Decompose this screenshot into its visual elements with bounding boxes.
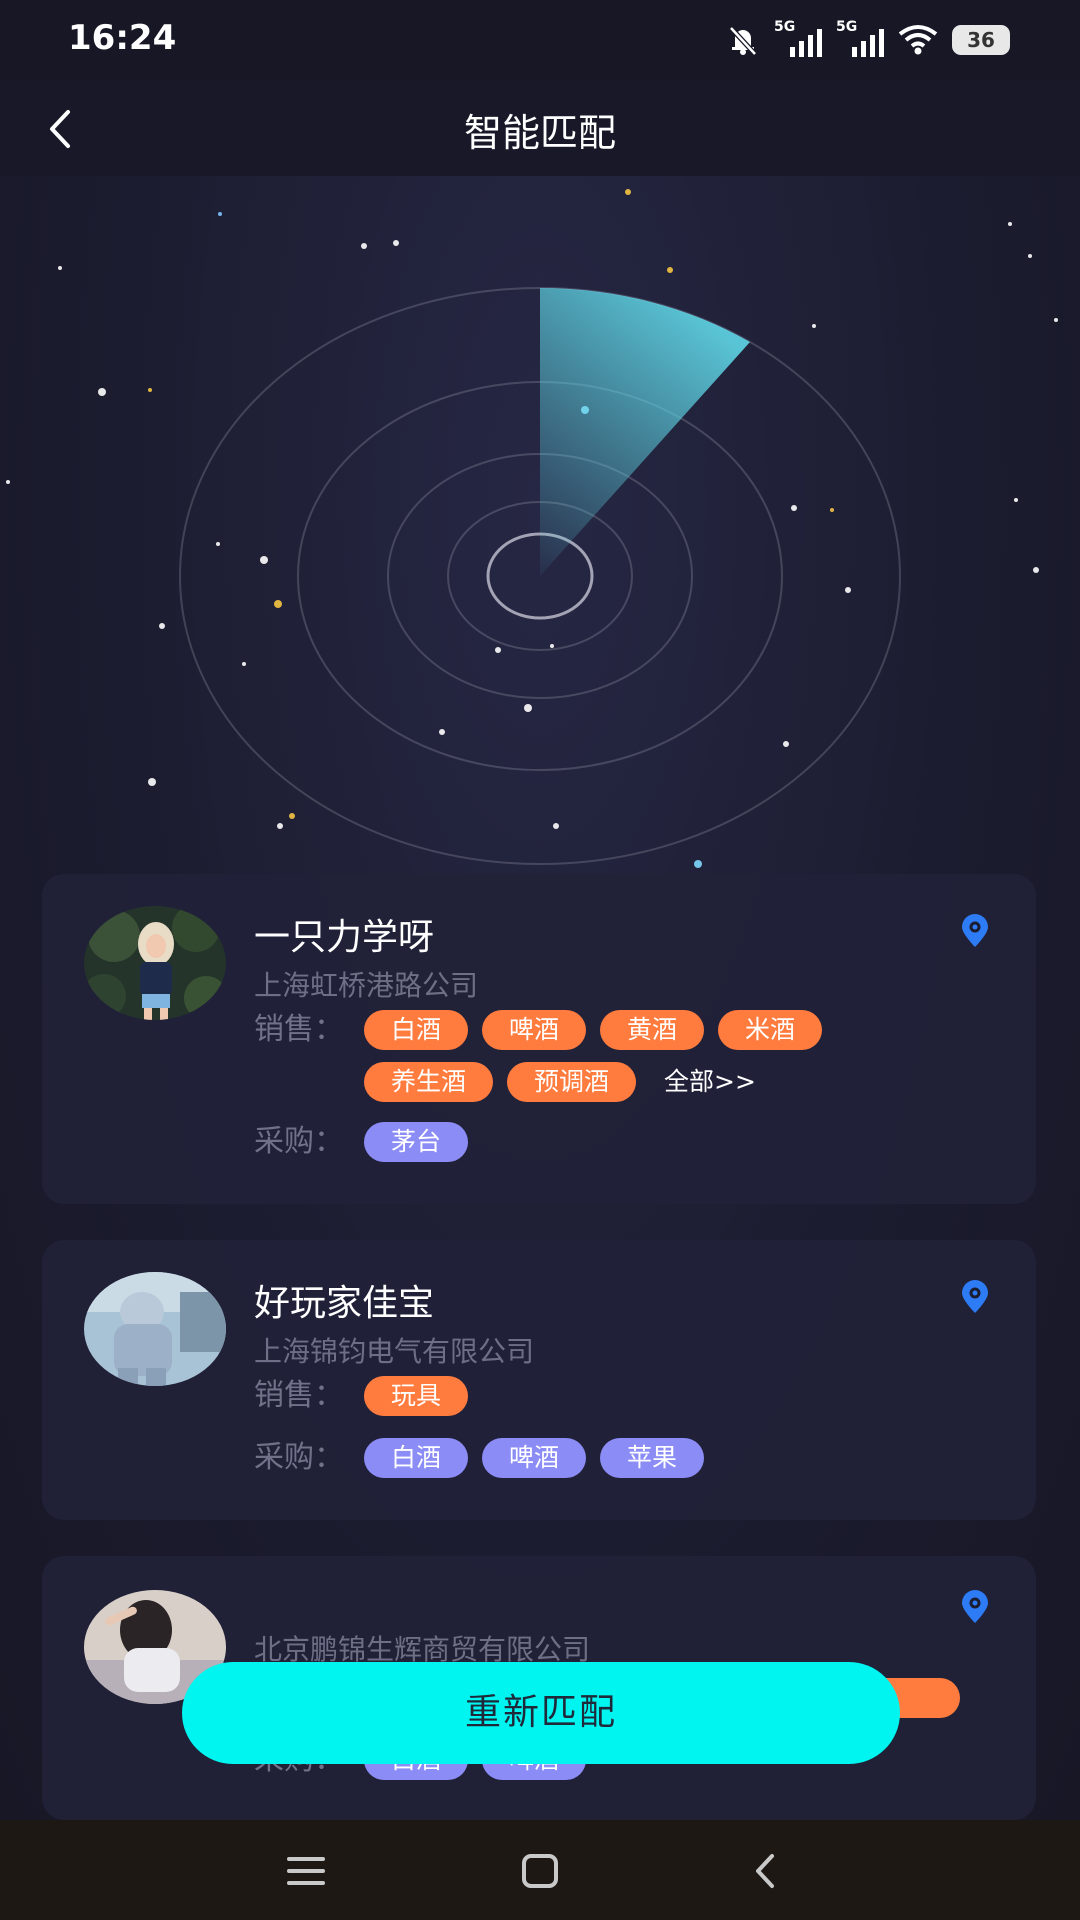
- star: [1008, 222, 1012, 226]
- star: [148, 388, 152, 392]
- star: [667, 267, 673, 273]
- buy-tags: 茅台: [364, 1122, 924, 1162]
- star: [218, 212, 222, 216]
- buy-tag[interactable]: 苹果: [600, 1438, 705, 1478]
- wifi-icon: [898, 25, 938, 55]
- buy-tag[interactable]: 白酒: [364, 1438, 469, 1478]
- sell-tag[interactable]: 养生酒: [364, 1062, 494, 1102]
- buy-row: 采购： 白酒 啤酒 苹果: [254, 1438, 924, 1478]
- sell-tags: 白酒 啤酒 黄酒 米酒 养生酒 预调酒 全部>>: [364, 1010, 924, 1102]
- sell-tag[interactable]: 预调酒: [507, 1062, 637, 1102]
- star: [550, 644, 554, 648]
- star: [58, 266, 62, 270]
- location-pin-icon[interactable]: [960, 1590, 990, 1624]
- star: [1033, 567, 1039, 573]
- star: [783, 741, 789, 747]
- status-time: 16:24: [68, 18, 177, 58]
- rematch-button[interactable]: 重新匹配: [182, 1662, 900, 1764]
- star: [216, 542, 220, 546]
- star: [830, 508, 834, 512]
- sell-tag[interactable]: 黄酒: [600, 1010, 705, 1050]
- radar-animation: [6, 189, 1058, 868]
- location-pin-icon[interactable]: [960, 1280, 990, 1314]
- avatar[interactable]: [84, 906, 226, 1020]
- star-field: [6, 189, 1058, 868]
- match-name: 好玩家佳宝: [254, 1283, 435, 1324]
- star: [625, 189, 631, 195]
- star: [791, 505, 797, 511]
- star: [495, 647, 501, 653]
- buy-label: 采购：: [254, 1124, 344, 1159]
- buy-row: 采购： 茅台: [254, 1122, 924, 1162]
- sell-row: 销售： 白酒 啤酒 黄酒 米酒 养生酒 预调酒 全部>>: [254, 1010, 924, 1102]
- star: [361, 243, 367, 249]
- signal-icon: 5G: [836, 19, 884, 57]
- star: [277, 823, 283, 829]
- sell-label: 销售：: [254, 1378, 344, 1413]
- star: [845, 587, 851, 593]
- sell-tags: 玩具: [364, 1376, 924, 1416]
- star: [1054, 318, 1058, 322]
- star: [274, 600, 282, 608]
- star: [393, 240, 399, 246]
- radar-sweep: [540, 288, 750, 576]
- star: [260, 556, 268, 564]
- status-bar: 16:24 5G 5G 36: [0, 0, 1080, 80]
- match-name: 一只力学呀: [254, 917, 435, 958]
- buy-label: 采购：: [254, 1440, 344, 1475]
- back-icon[interactable]: [738, 1844, 792, 1898]
- buy-tag[interactable]: 茅台: [364, 1122, 469, 1162]
- star: [439, 729, 445, 735]
- star: [98, 388, 106, 396]
- star: [242, 662, 246, 666]
- top-nav: 智能匹配: [0, 80, 1080, 176]
- buy-tags: 白酒 啤酒 苹果: [364, 1438, 924, 1478]
- star: [553, 823, 559, 829]
- system-nav-bar: [0, 1820, 1080, 1920]
- sell-tag[interactable]: 啤酒: [482, 1010, 587, 1050]
- location-pin-icon[interactable]: [960, 914, 990, 948]
- sell-tag[interactable]: 白酒: [364, 1010, 469, 1050]
- star: [1014, 498, 1018, 502]
- match-company: 上海虹桥港路公司: [254, 969, 479, 1002]
- star: [148, 778, 156, 786]
- home-icon[interactable]: [513, 1844, 567, 1898]
- star: [289, 813, 295, 819]
- mute-bell-icon: [729, 26, 757, 56]
- sell-tag[interactable]: 米酒: [718, 1010, 823, 1050]
- battery-icon: 36: [952, 25, 1010, 55]
- star: [6, 480, 10, 484]
- match-company: 上海锦钧电气有限公司: [254, 1335, 535, 1368]
- page-title: 智能匹配: [463, 111, 616, 155]
- star: [1028, 254, 1032, 258]
- sell-row: 销售： 玩具: [254, 1376, 924, 1416]
- status-icons: 5G 5G 36: [726, 19, 1010, 60]
- match-card[interactable]: 一只力学呀 上海虹桥港路公司 销售： 白酒 啤酒 黄酒 米酒 养生酒 预调酒 全…: [42, 874, 1036, 1204]
- star: [694, 860, 702, 868]
- star: [159, 623, 165, 629]
- show-all-link[interactable]: 全部>>: [650, 1062, 756, 1102]
- signal-icon: 5G: [774, 19, 822, 57]
- sell-tag[interactable]: 玩具: [364, 1376, 469, 1416]
- sell-label: 销售：: [254, 1012, 344, 1047]
- match-card[interactable]: 好玩家佳宝 上海锦钧电气有限公司 销售： 玩具 采购： 白酒 啤酒 苹果: [42, 1240, 1036, 1520]
- star: [812, 324, 816, 328]
- avatar[interactable]: [84, 1272, 226, 1386]
- menu-icon[interactable]: [279, 1844, 333, 1898]
- star: [524, 704, 532, 712]
- buy-tag[interactable]: 啤酒: [482, 1438, 587, 1478]
